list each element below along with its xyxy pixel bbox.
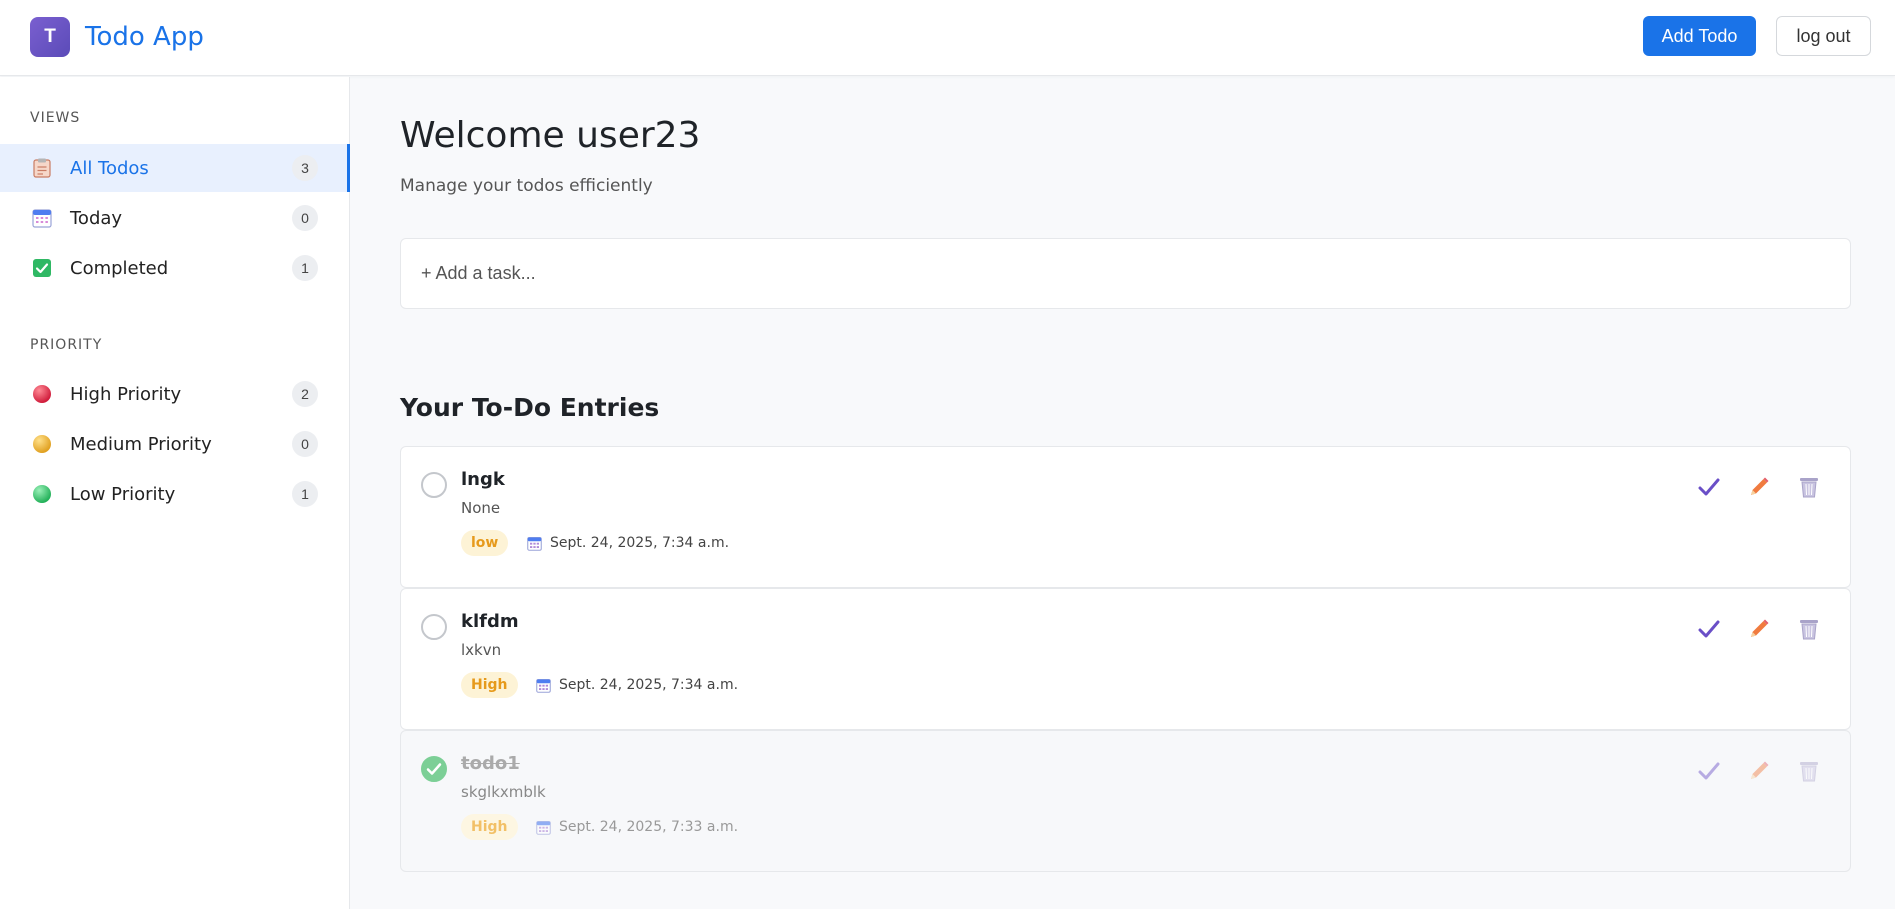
count-badge: 3 [292,155,318,181]
yellow-dot-icon [32,434,52,454]
todo-item: lngk None low Sept. 24, 2025, 7:34 a.m. [400,446,1851,588]
sidebar-item-low-priority[interactable]: Low Priority 1 [0,470,350,518]
calendar-icon [536,678,551,693]
todo-item: klfdm lxkvn High Sept. 24, 2025, 7:34 a.… [400,588,1851,730]
sidebar-item-label: Completed [70,257,169,279]
checkbox-icon [32,258,52,278]
sidebar-item-all-todos[interactable]: All Todos 3 [0,144,350,192]
sidebar-item-completed[interactable]: Completed 1 [0,244,350,292]
top-header: T Todo App Add Todo log out [0,0,1895,76]
sidebar-item-label: All Todos [70,157,149,179]
date-text: Sept. 24, 2025, 7:34 a.m. [559,677,739,693]
delete-trash-icon[interactable] [1795,615,1823,643]
priority-badge: High [461,672,518,698]
todo-description: None [461,499,501,517]
todo-date: Sept. 24, 2025, 7:34 a.m. [536,677,738,693]
app-logo: T [30,17,70,57]
page-title: Welcome user23 [400,115,701,156]
sidebar-item-high-priority[interactable]: High Priority 2 [0,370,350,418]
complete-check-icon[interactable] [1695,473,1723,501]
calendar-icon [32,208,52,228]
complete-checkbox[interactable] [421,614,447,640]
priority-section-title: PRIORITY [30,337,103,353]
add-task-input[interactable] [400,238,1851,309]
sidebar-item-label: Low Priority [70,483,176,505]
edit-pencil-icon[interactable] [1745,615,1773,643]
todo-list: lngk None low Sept. 24, 2025, 7:34 a.m. … [400,446,1851,872]
add-todo-button[interactable]: Add Todo [1643,16,1756,56]
complete-check-icon[interactable] [1695,615,1723,643]
todo-description: skglkxmblk [461,783,546,801]
sidebar-item-label: Today [70,207,123,229]
priority-badge: low [461,530,509,556]
count-badge: 0 [292,431,318,457]
count-badge: 2 [292,381,318,407]
todo-title: lngk [461,469,505,490]
red-dot-icon [32,384,52,404]
edit-pencil-icon[interactable] [1745,473,1773,501]
todo-list-title: Your To-Do Entries [400,393,660,422]
views-section-title: VIEWS [30,110,81,126]
priority-badge: High [461,814,518,840]
complete-check-icon[interactable] [1695,757,1723,785]
sidebar-item-label: High Priority [70,383,182,405]
checkmark-icon [426,763,442,775]
complete-checkbox[interactable] [421,472,447,498]
todo-item-completed: todo1 skglkxmblk High Sept. 24, 2025, 7:… [400,730,1851,872]
delete-trash-icon[interactable] [1795,473,1823,501]
delete-trash-icon[interactable] [1795,757,1823,785]
page-subtitle: Manage your todos efficiently [400,176,653,196]
count-badge: 1 [292,481,318,507]
main-content: Welcome user23 Manage your todos efficie… [350,77,1895,909]
todo-title: todo1 [461,753,520,774]
calendar-icon [536,820,551,835]
sidebar-item-medium-priority[interactable]: Medium Priority 0 [0,420,350,468]
app-title[interactable]: Todo App [85,22,204,52]
complete-checkbox[interactable] [421,756,447,782]
todo-title: klfdm [461,611,519,632]
edit-pencil-icon[interactable] [1745,757,1773,785]
todo-date: Sept. 24, 2025, 7:33 a.m. [536,819,738,835]
logout-button[interactable]: log out [1776,16,1871,56]
calendar-icon [527,536,542,551]
green-dot-icon [32,484,52,504]
todo-description: lxkvn [461,641,502,659]
date-text: Sept. 24, 2025, 7:33 a.m. [559,819,739,835]
count-badge: 1 [292,255,318,281]
count-badge: 0 [292,205,318,231]
sidebar-item-label: Medium Priority [70,433,212,455]
clipboard-icon [32,158,52,178]
todo-date: Sept. 24, 2025, 7:34 a.m. [527,535,729,551]
sidebar-item-today[interactable]: Today 0 [0,194,350,242]
sidebar: VIEWS All Todos 3 Today 0 Completed 1 PR… [0,77,350,909]
date-text: Sept. 24, 2025, 7:34 a.m. [550,535,730,551]
